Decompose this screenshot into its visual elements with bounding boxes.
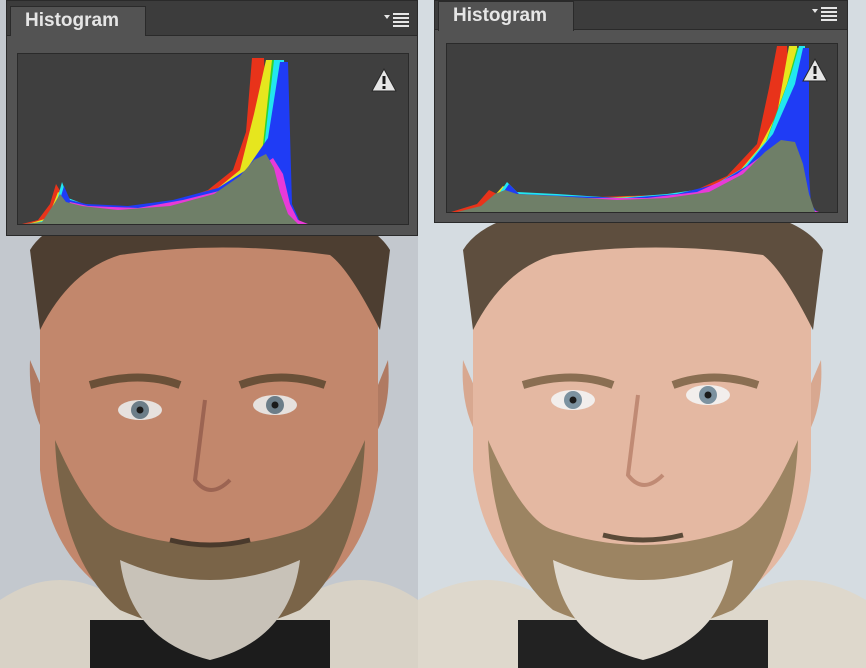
tab-histogram[interactable]: Histogram [10,6,146,36]
cached-data-warning-icon[interactable] [371,68,397,92]
cached-data-warning-icon[interactable] [802,58,828,82]
tab-histogram[interactable]: Histogram [438,1,574,31]
tab-label: Histogram [453,5,547,26]
histogram-channels [22,58,308,224]
panel-menu-icon[interactable] [383,11,411,29]
histogram-channels [451,46,819,212]
tab-label: Histogram [25,10,119,31]
histogram-panel-right: Histogram [434,0,848,223]
panel-menu-icon[interactable] [811,5,839,23]
histogram-graph [17,53,409,225]
histogram-graph [446,43,838,213]
histogram-panel-left: Histogram [6,0,418,236]
